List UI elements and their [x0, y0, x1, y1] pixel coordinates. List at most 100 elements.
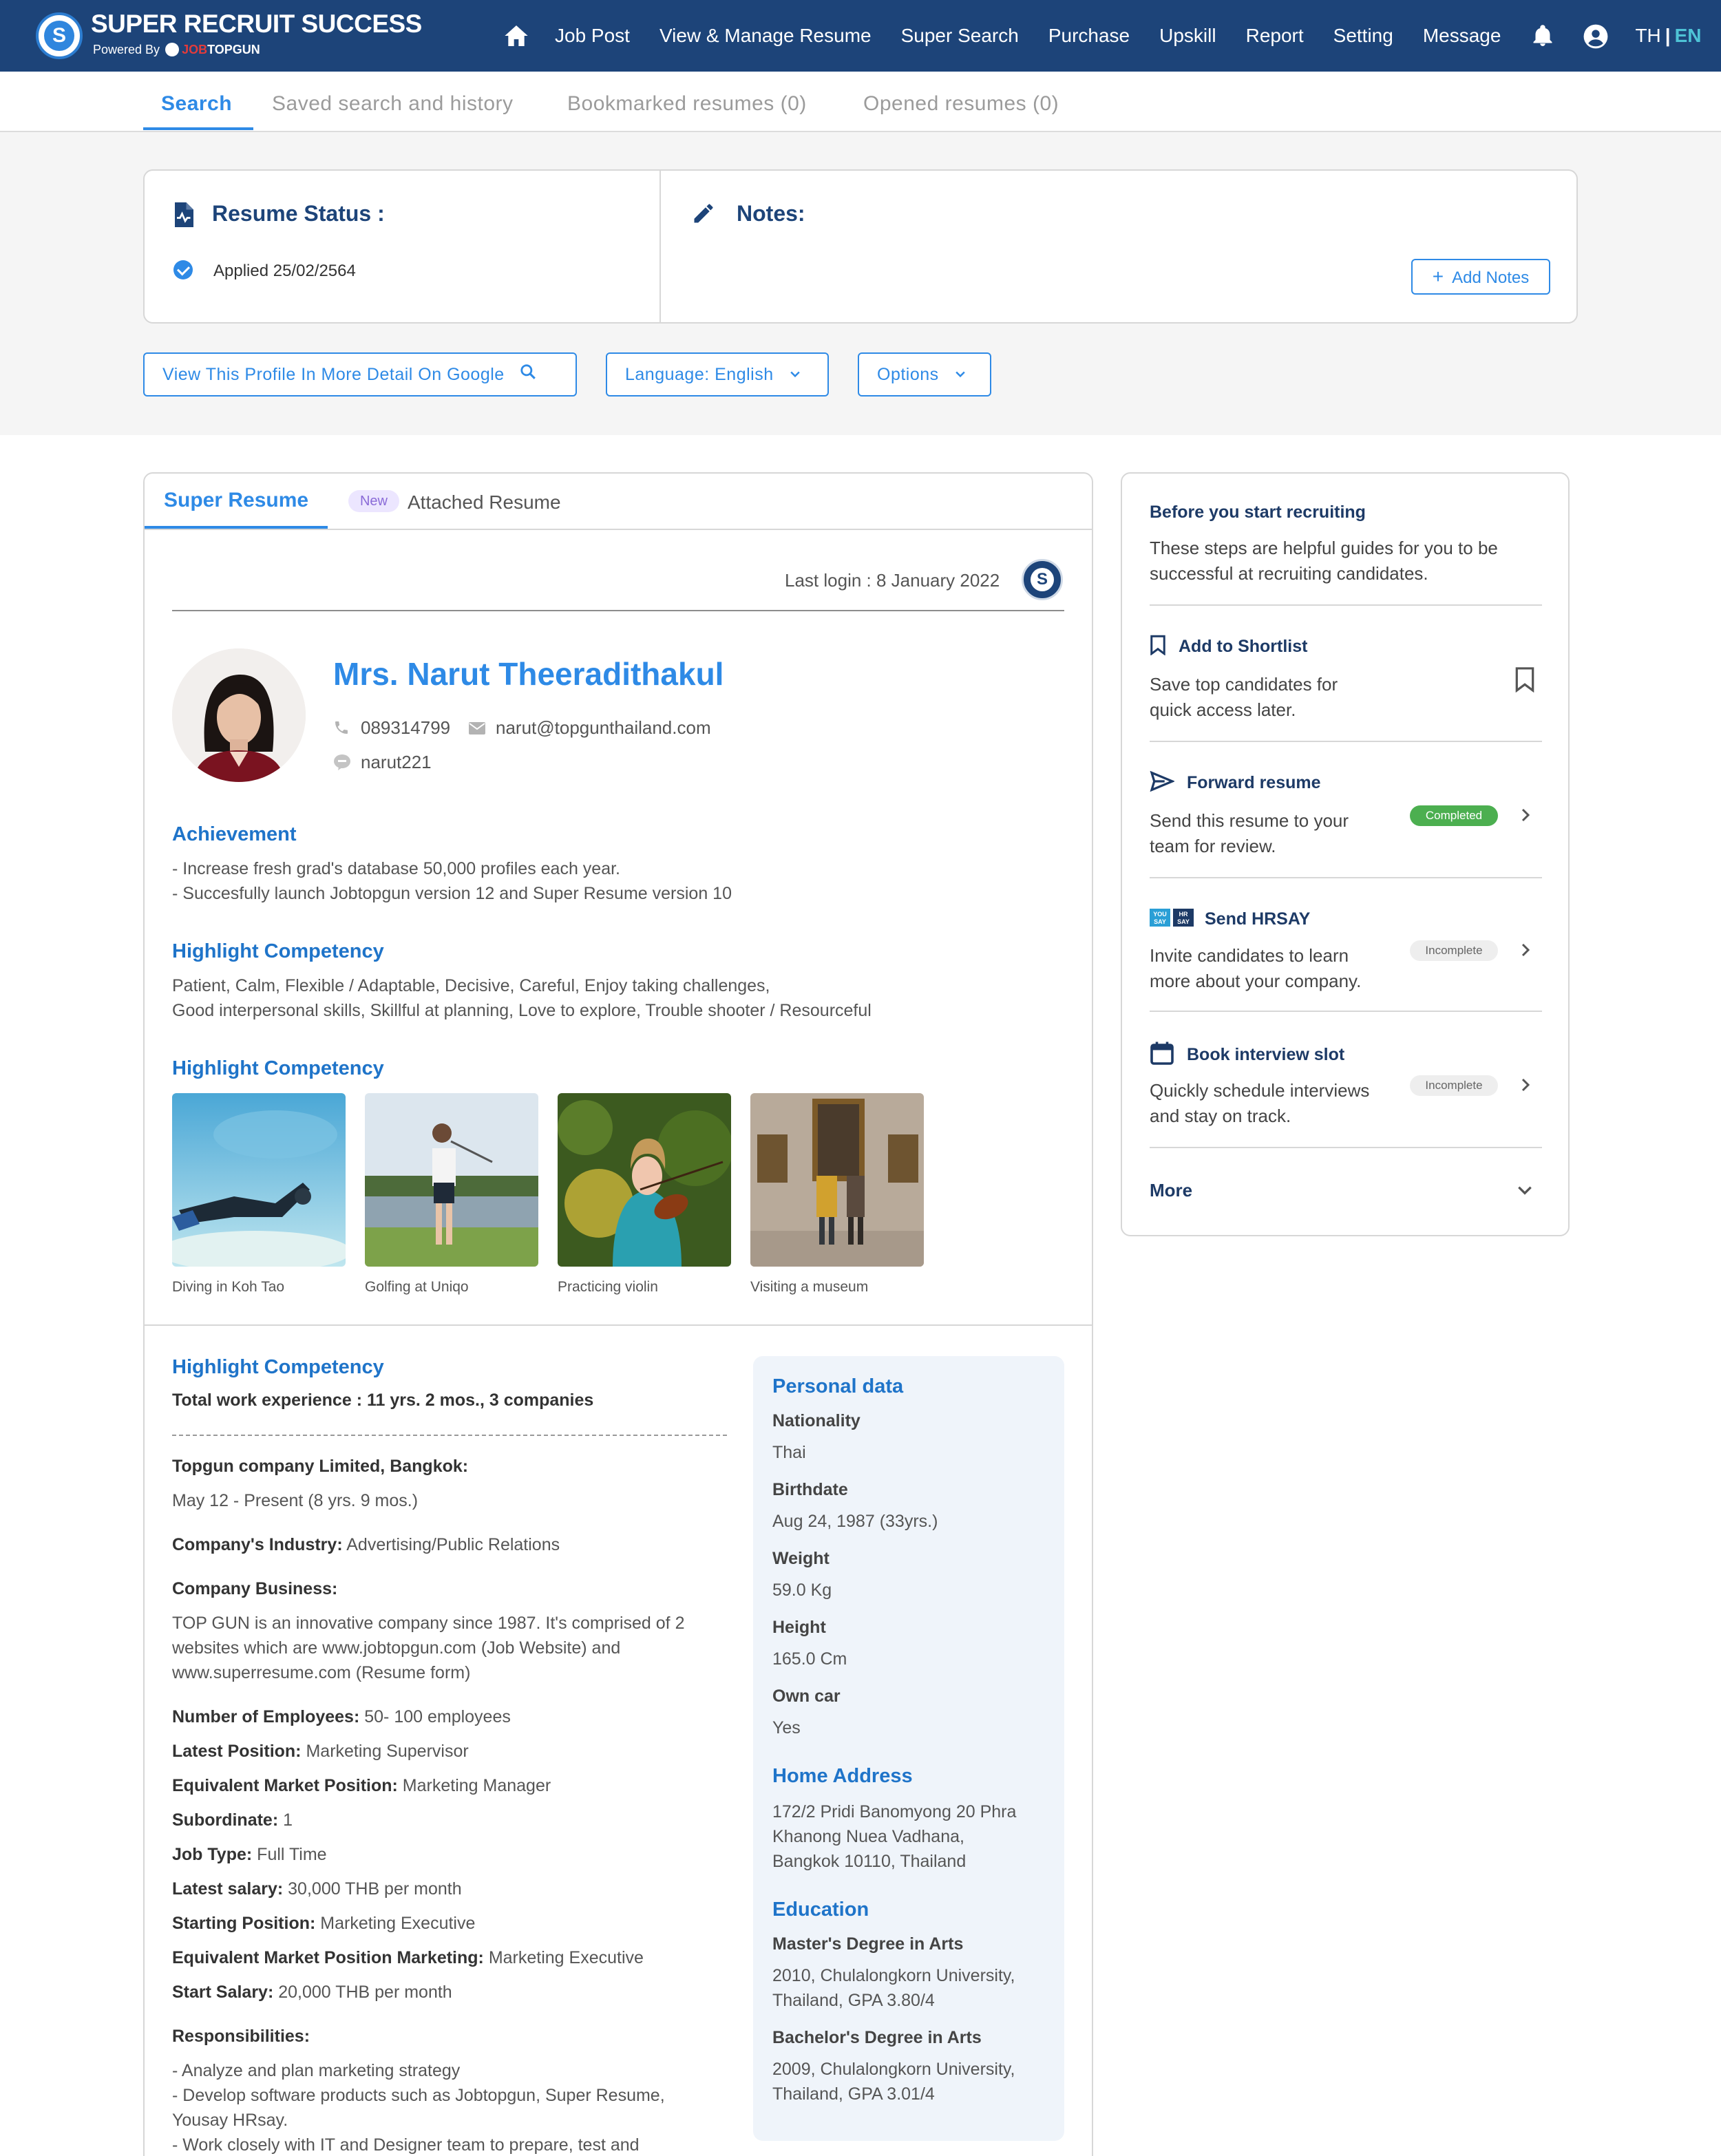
line-contact[interactable]: narut221: [333, 752, 432, 773]
latest-salary: Latest salary: 30,000 THB per month: [172, 1877, 462, 1901]
personal-data-title: Personal data: [772, 1375, 904, 1397]
subordinate-label: Subordinate:: [172, 1810, 279, 1830]
search-icon: [519, 355, 537, 396]
own-car-label: Own car: [772, 1687, 841, 1706]
chevron-down-icon: [788, 355, 802, 396]
send-hrsay-step[interactable]: YOU SAY HR SAY Send HRSAY: [1150, 907, 1310, 933]
interview-text: and stay on track.: [1150, 1106, 1291, 1126]
status-badge: Incomplete: [1410, 1075, 1498, 1096]
guide-title: Before you start recruiting: [1150, 503, 1366, 522]
more-toggle[interactable]: More: [1150, 1180, 1192, 1201]
photo-golfing[interactable]: [365, 1093, 538, 1267]
photo-museum[interactable]: [750, 1093, 924, 1267]
company-name: Topgun company Limited, Bangkok:: [172, 1454, 468, 1479]
super-recruit-logo[interactable]: S: [36, 12, 83, 59]
email-contact[interactable]: narut@topgunthailand.com: [468, 717, 711, 739]
total-experience-value: Total work experience : 11 yrs. 2 mos., …: [172, 1391, 594, 1410]
job-type: Job Type: Full Time: [172, 1842, 327, 1867]
shortlist-text: quick access later.: [1150, 699, 1296, 720]
starting-position-label: Starting Position:: [172, 1914, 316, 1933]
wordmark-topgun: TOPGUN: [207, 43, 260, 56]
new-badge: New: [348, 490, 399, 512]
add-notes-button[interactable]: + Add Notes: [1411, 259, 1550, 295]
add-to-shortlist-title: Add to Shortlist: [1179, 637, 1308, 657]
hrsay-icon-text: SAY: [1154, 918, 1166, 925]
hrsay-text: Invite candidates to learn: [1150, 945, 1349, 966]
chevron-down-icon: [953, 355, 967, 396]
active-resume-tab-indicator: [145, 526, 328, 529]
company-name-value: Topgun company Limited, Bangkok:: [172, 1457, 469, 1476]
nationality-value: Thai: [772, 1443, 806, 1462]
nav-super-search[interactable]: Super Search: [901, 25, 1019, 47]
weight-label: Weight: [772, 1549, 830, 1568]
book-interview-step[interactable]: Book interview slot: [1150, 1041, 1344, 1070]
bachelors-degree-label: Bachelor's Degree in Arts: [772, 2028, 982, 2047]
tab-saved-search[interactable]: Saved search and history: [272, 92, 514, 116]
super-resume-badge-icon: S: [1022, 559, 1063, 600]
home-address-title: Home Address: [772, 1765, 913, 1787]
mail-icon: [468, 719, 486, 734]
chat-icon: [333, 754, 351, 770]
resume-tabs: Super Resume New Attached Resume: [145, 474, 1092, 530]
tab-opened-resumes[interactable]: Opened resumes (0): [863, 92, 1059, 116]
section-divider: [145, 1324, 1092, 1326]
nav-job-post[interactable]: Job Post: [555, 25, 630, 47]
tab-super-resume[interactable]: Super Resume: [164, 489, 308, 512]
jobtopgun-wordmark: JOBTOPGUN: [182, 43, 260, 56]
view-on-google-button[interactable]: View This Profile In More Detail On Goog…: [143, 352, 577, 397]
guide-divider: [1150, 741, 1542, 742]
nav-report[interactable]: Report: [1246, 25, 1304, 47]
nav-upskill[interactable]: Upskill: [1159, 25, 1216, 47]
forward-text: Send this resume to your: [1150, 810, 1349, 831]
nav-message[interactable]: Message: [1423, 25, 1501, 47]
bell-icon[interactable]: [1530, 23, 1555, 48]
nav-setting[interactable]: Setting: [1333, 25, 1393, 47]
bookmark-icon[interactable]: [1514, 666, 1535, 693]
competency-line: Patient, Calm, Flexible / Adaptable, Dec…: [172, 976, 770, 995]
notes-title: Notes:: [737, 201, 805, 226]
language-dropdown[interactable]: Language: English: [606, 352, 829, 397]
lang-en[interactable]: EN: [1675, 25, 1702, 46]
equivalent-position-value: Marketing Manager: [402, 1776, 551, 1795]
home-icon[interactable]: [503, 22, 530, 50]
lang-th[interactable]: TH: [1635, 25, 1660, 46]
nav-purchase[interactable]: Purchase: [1048, 25, 1130, 47]
chevron-right-icon[interactable]: [1517, 1077, 1534, 1093]
hrsay-icon-text: YOU: [1153, 911, 1167, 918]
account-circle-icon[interactable]: [1583, 23, 1608, 49]
nav-view-manage-resume[interactable]: View & Manage Resume: [659, 25, 872, 47]
photo-violin[interactable]: [558, 1093, 731, 1267]
employees-label: Number of Employees:: [172, 1707, 360, 1726]
dashed-divider: [172, 1435, 727, 1436]
book-interview-title: Book interview slot: [1187, 1045, 1345, 1065]
birthdate-value: Aug 24, 1987 (33yrs.): [772, 1512, 938, 1531]
add-to-shortlist-step[interactable]: Add to Shortlist: [1150, 635, 1307, 660]
send-icon: [1150, 770, 1176, 796]
status-badge: Completed: [1410, 805, 1498, 826]
chevron-right-icon[interactable]: [1517, 942, 1534, 958]
photo-diving[interactable]: [172, 1093, 346, 1267]
tab-search[interactable]: Search: [161, 92, 232, 116]
tab-attached-resume[interactable]: Attached Resume: [408, 492, 561, 514]
company-period: May 12 - Present (8 yrs. 9 mos.): [172, 1491, 419, 1510]
check-circle-icon: [173, 260, 193, 279]
phone-contact[interactable]: 089314799: [333, 717, 450, 739]
industry-label: Company's Industry:: [172, 1535, 343, 1554]
send-hrsay-title: Send HRSAY: [1205, 909, 1311, 929]
responsibility-line: - Develop software products such as Jobt…: [172, 2086, 665, 2105]
chevron-right-icon[interactable]: [1517, 807, 1534, 823]
latest-salary-label: Latest salary:: [172, 1879, 284, 1899]
forward-resume-step[interactable]: Forward resume: [1150, 770, 1321, 796]
responsibilities-heading: Responsibilities:: [172, 2027, 310, 2046]
birthdate-label: Birthdate: [772, 1480, 848, 1499]
photos-title: Highlight Competency: [172, 1057, 384, 1079]
tab-bookmarked-resumes[interactable]: Bookmarked resumes (0): [567, 92, 807, 116]
language-dropdown-label: Language: English: [625, 365, 774, 384]
photo-caption: Practicing violin: [558, 1279, 658, 1295]
weight-value: 59.0 Kg: [772, 1581, 832, 1600]
guide-intro-line: These steps are helpful guides for you t…: [1150, 538, 1498, 558]
chevron-down-icon[interactable]: [1516, 1181, 1534, 1203]
language-switch[interactable]: TH | EN: [1635, 25, 1701, 47]
latest-position: Latest Position: Marketing Supervisor: [172, 1739, 469, 1764]
options-dropdown[interactable]: Options: [858, 352, 991, 397]
